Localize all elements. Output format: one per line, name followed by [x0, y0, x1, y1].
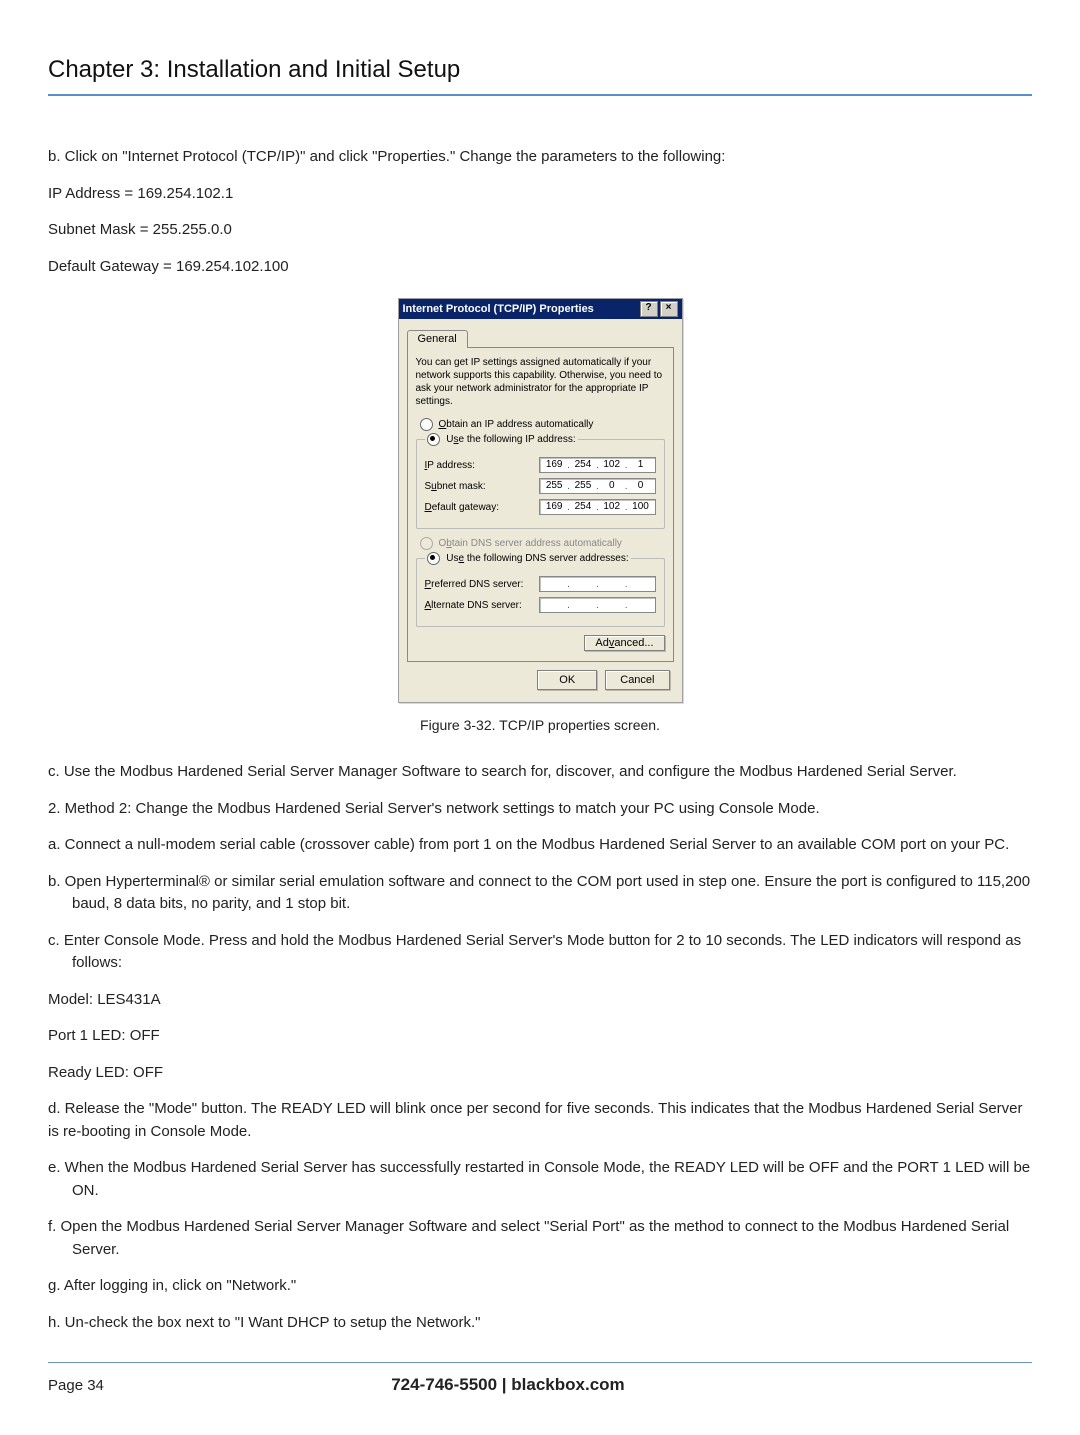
gateway-spec: Default Gateway = 169.254.102.100: [48, 256, 1032, 279]
method-2: 2. Method 2: Change the Modbus Hardened …: [48, 798, 1032, 821]
step-g2: g. After logging in, click on "Network.": [48, 1275, 1032, 1298]
preferred-dns-input[interactable]: . . .: [539, 576, 655, 592]
step-f2: f. Open the Modbus Hardened Serial Serve…: [48, 1216, 1032, 1261]
field-preferred-dns: Preferred DNS server: . . .: [425, 576, 656, 592]
subnet-mask-input[interactable]: 255. 255. 0. 0: [539, 478, 655, 494]
label-alt-dns: Alternate DNS server:: [425, 600, 540, 611]
tab-panel-general: You can get IP settings assigned automat…: [407, 347, 674, 662]
default-gateway-input[interactable]: 169. 254. 102. 100: [539, 499, 655, 515]
step-b2: b. Open Hyperterminal® or similar serial…: [48, 871, 1032, 916]
label-gateway: Default gateway:: [425, 502, 540, 513]
page-number: Page 34: [48, 1377, 104, 1394]
dialog-buttons: OK Cancel: [407, 662, 674, 694]
figure-3-32: Internet Protocol (TCP/IP) Properties ? …: [48, 298, 1032, 733]
page-footer: Page 34 724-746-5500 | blackbox.com: [48, 1375, 1032, 1395]
footer-rule: [48, 1362, 1032, 1363]
step-c2: c. Enter Console Mode. Press and hold th…: [48, 930, 1032, 975]
group-use-dns: Use the following DNS server addresses: …: [416, 552, 665, 627]
field-default-gateway: Default gateway: 169. 254. 102. 100: [425, 499, 656, 515]
port1-line: Port 1 LED: OFF: [48, 1025, 1032, 1048]
alternate-dns-input[interactable]: . . .: [539, 597, 655, 613]
close-button[interactable]: ×: [660, 301, 678, 317]
intro-text: You can get IP settings assigned automat…: [416, 356, 665, 408]
body-content-2: c. Use the Modbus Hardened Serial Server…: [48, 761, 1032, 1334]
option-use-following-dns[interactable]: Use the following DNS server addresses:: [425, 552, 631, 565]
option-use-following-ip[interactable]: Use the following IP address:: [425, 433, 578, 446]
tab-strip: General: [407, 325, 674, 347]
option-label: Use the following IP address:: [446, 434, 575, 445]
label-mask: Subnet mask:: [425, 481, 540, 492]
step-c: c. Use the Modbus Hardened Serial Server…: [48, 761, 1032, 784]
mask-spec: Subnet Mask = 255.255.0.0: [48, 219, 1032, 242]
option-obtain-ip-auto[interactable]: Obtain an IP address automatically: [420, 418, 665, 431]
label-ip: IP address:: [425, 460, 540, 471]
step-d2: d. Release the "Mode" button. The READY …: [48, 1098, 1032, 1143]
field-alternate-dns: Alternate DNS server: . . .: [425, 597, 656, 613]
field-ip-address: IP address: 169. 254. 102. 1: [425, 457, 656, 473]
step-a2: a. Connect a null-modem serial cable (cr…: [48, 834, 1032, 857]
radio-icon: [420, 537, 433, 550]
tcpip-properties-dialog: Internet Protocol (TCP/IP) Properties ? …: [398, 298, 683, 703]
dialog-body: General You can get IP settings assigned…: [399, 319, 682, 702]
document-page: Chapter 3: Installation and Initial Setu…: [0, 0, 1080, 1435]
dialog-title: Internet Protocol (TCP/IP) Properties: [403, 302, 594, 316]
step-b: b. Click on "Internet Protocol (TCP/IP)"…: [48, 146, 1032, 169]
option-label: Obtain DNS server address automatically: [439, 538, 622, 549]
label-pref-dns: Preferred DNS server:: [425, 579, 540, 590]
step-h2: h. Un-check the box next to "I Want DHCP…: [48, 1312, 1032, 1335]
help-button[interactable]: ?: [640, 301, 658, 317]
model-line: Model: LES431A: [48, 989, 1032, 1012]
radio-icon: [427, 433, 440, 446]
cancel-button[interactable]: Cancel: [605, 670, 669, 690]
figure-caption: Figure 3-32. TCP/IP properties screen.: [48, 717, 1032, 733]
ip-address-input[interactable]: 169. 254. 102. 1: [539, 457, 655, 473]
footer-contact: 724-746-5500 | blackbox.com: [104, 1375, 912, 1395]
option-label: Obtain an IP address automatically: [439, 419, 594, 430]
ok-button[interactable]: OK: [537, 670, 597, 690]
radio-icon: [427, 552, 440, 565]
group-use-ip: Use the following IP address: IP address…: [416, 433, 665, 529]
dialog-titlebar: Internet Protocol (TCP/IP) Properties ? …: [399, 299, 682, 319]
chapter-heading: Chapter 3: Installation and Initial Setu…: [48, 56, 1032, 84]
heading-rule: [48, 94, 1032, 96]
body-content: b. Click on "Internet Protocol (TCP/IP)"…: [48, 146, 1032, 278]
tab-general[interactable]: General: [407, 330, 468, 348]
step-e2: e. When the Modbus Hardened Serial Serve…: [48, 1157, 1032, 1202]
ip-spec: IP Address = 169.254.102.1: [48, 183, 1032, 206]
advanced-button[interactable]: Advanced...: [584, 635, 664, 651]
option-obtain-dns-auto: Obtain DNS server address automatically: [420, 537, 665, 550]
field-subnet-mask: Subnet mask: 255. 255. 0. 0: [425, 478, 656, 494]
ready-line: Ready LED: OFF: [48, 1062, 1032, 1085]
radio-icon: [420, 418, 433, 431]
option-label: Use the following DNS server addresses:: [446, 553, 628, 564]
